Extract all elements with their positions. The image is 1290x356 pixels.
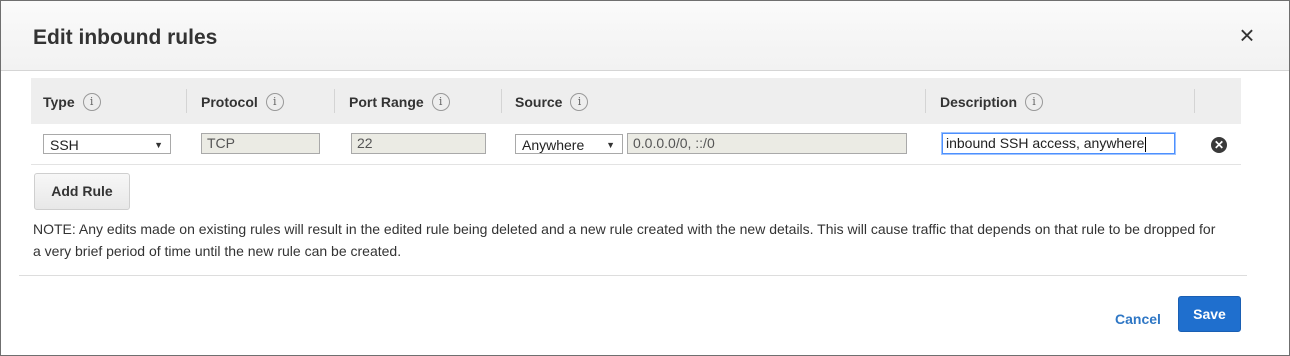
dialog-title: Edit inbound rules: [33, 26, 218, 49]
column-divider: [334, 89, 335, 113]
rules-table-header: Type i Protocol i Port Range i Source i …: [31, 78, 1241, 124]
column-label: Type: [43, 94, 75, 110]
table-row: SSH ▼ TCP 22 Anywhere ▼ 0.0.0.0/0, ::/0 …: [31, 124, 1241, 165]
column-divider: [501, 89, 502, 113]
info-icon[interactable]: i: [265, 93, 284, 111]
cancel-button[interactable]: Cancel: [1115, 311, 1161, 327]
column-header-source: Source i: [515, 93, 589, 111]
remove-circle-icon[interactable]: ✕: [1211, 137, 1227, 153]
info-icon[interactable]: i: [1025, 93, 1044, 111]
column-label: Description: [940, 94, 1018, 110]
column-label: Source: [515, 94, 563, 110]
dialog-header: Edit inbound rules ×: [1, 1, 1289, 71]
edit-inbound-rules-dialog: Edit inbound rules × Type i Protocol i P…: [0, 0, 1290, 356]
edit-warning-note: NOTE: Any edits made on existing rules w…: [33, 221, 1216, 259]
column-divider: [1194, 89, 1195, 113]
column-header-description: Description i: [940, 93, 1044, 111]
column-divider: [186, 89, 187, 113]
column-header-type: Type i: [43, 93, 101, 111]
type-select-value: SSH: [50, 137, 79, 153]
close-icon[interactable]: ×: [1236, 22, 1258, 48]
source-select-value: Anywhere: [522, 137, 585, 153]
column-divider: [925, 89, 926, 113]
source-cidr-field[interactable]: 0.0.0.0/0, ::/0: [627, 133, 907, 154]
column-label: Port Range: [349, 94, 424, 110]
text-caret: [1145, 136, 1147, 152]
protocol-field: TCP: [201, 133, 320, 154]
save-button[interactable]: Save: [1178, 296, 1241, 332]
type-select[interactable]: SSH ▼: [43, 134, 171, 154]
dropdown-arrow-icon: ▼: [154, 140, 163, 150]
dropdown-arrow-icon: ▼: [606, 140, 615, 150]
info-icon[interactable]: i: [82, 93, 101, 111]
description-input[interactable]: inbound SSH access, anywhere: [941, 132, 1176, 155]
column-header-port-range: Port Range i: [349, 93, 450, 111]
info-icon[interactable]: i: [431, 93, 450, 111]
footer-divider: [19, 275, 1247, 276]
column-header-protocol: Protocol i: [201, 93, 284, 111]
source-select[interactable]: Anywhere ▼: [515, 134, 623, 154]
info-icon[interactable]: i: [570, 93, 589, 111]
description-input-value: inbound SSH access, anywhere: [946, 135, 1145, 151]
add-rule-button[interactable]: Add Rule: [34, 173, 130, 210]
port-range-field: 22: [351, 133, 486, 154]
column-label: Protocol: [201, 94, 258, 110]
